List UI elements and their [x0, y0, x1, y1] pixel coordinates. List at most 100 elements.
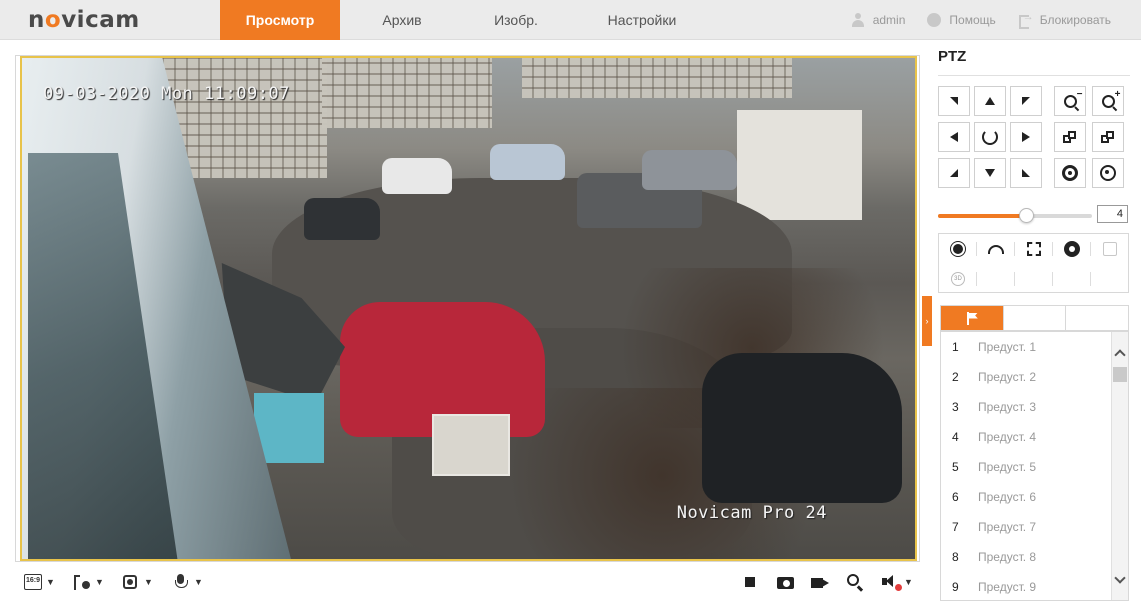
- microphone-icon: [172, 574, 190, 590]
- tab-live-view[interactable]: Просмотр: [220, 0, 340, 40]
- tab-settings[interactable]: Настройки: [568, 0, 716, 40]
- empty-function-slot: [1015, 264, 1053, 294]
- stop-button[interactable]: [745, 572, 755, 592]
- empty-function-slot: [977, 264, 1015, 294]
- scrollbar-thumb[interactable]: [1113, 367, 1127, 382]
- 3d-positioning-icon: 3D: [951, 272, 965, 286]
- iris-open-icon: [1062, 165, 1078, 181]
- chevron-down-icon: ▼: [194, 577, 203, 587]
- menu-button[interactable]: [1015, 234, 1053, 264]
- preset-label: Предуст. 1: [978, 340, 1037, 354]
- brand-logo: novicam: [28, 7, 140, 33]
- tab-archive[interactable]: Архив: [340, 0, 464, 40]
- ptz-functions: 3D: [938, 233, 1129, 293]
- focus-near-icon: [1063, 131, 1077, 143]
- iris-close-icon: [1100, 165, 1116, 181]
- focus-near-button[interactable]: [1054, 122, 1086, 152]
- car: [382, 158, 452, 194]
- live-video[interactable]: 09-03-2020 Mon 11:09:07 Novicam Pro 24: [20, 56, 917, 561]
- light-button[interactable]: [939, 234, 977, 264]
- zoom-out-button[interactable]: −: [1054, 86, 1086, 116]
- volume-button[interactable]: ▼: [882, 572, 913, 592]
- background-building: [322, 58, 492, 128]
- chevron-down-icon: ▼: [46, 577, 55, 587]
- ptz-left-button[interactable]: [938, 122, 970, 152]
- preset-item[interactable]: 4 Предуст. 4: [941, 422, 1128, 452]
- tab-pattern[interactable]: [1066, 306, 1128, 330]
- capture-mode-button[interactable]: ▼: [122, 572, 153, 592]
- slider-handle[interactable]: [1019, 208, 1034, 223]
- iris-close-button[interactable]: [1092, 158, 1124, 188]
- wiper-button[interactable]: [977, 234, 1015, 264]
- ptz-auto-button[interactable]: [974, 122, 1006, 152]
- flower-bed: [432, 414, 510, 476]
- preset-number: 5: [952, 460, 959, 474]
- ptz-down-right-button[interactable]: [1010, 158, 1042, 188]
- focus-far-button[interactable]: [1092, 122, 1124, 152]
- aspect-ratio-icon: 16:9: [24, 574, 42, 590]
- ptz-up-left-button[interactable]: [938, 86, 970, 116]
- tab-presets[interactable]: [941, 306, 1004, 330]
- preset-label: Предуст. 2: [978, 370, 1037, 384]
- zoom-out-icon: −: [1063, 89, 1083, 108]
- osd-camera-name: Novicam Pro 24: [676, 503, 827, 523]
- record-button[interactable]: [811, 572, 829, 592]
- ptz-up-button[interactable]: [974, 86, 1006, 116]
- user-menu[interactable]: admin: [851, 13, 906, 27]
- username-label: admin: [872, 13, 906, 27]
- auto-scan-icon: [982, 129, 998, 145]
- garage-structure: [737, 110, 862, 220]
- arrow-right-icon: [1022, 132, 1030, 142]
- lock-link[interactable]: Блокировать: [1018, 11, 1111, 29]
- empty-function-slot: [1091, 264, 1129, 294]
- scroll-down-button[interactable]: [1112, 571, 1128, 588]
- microphone-button[interactable]: ▼: [172, 572, 203, 592]
- digital-zoom-button[interactable]: [847, 572, 865, 592]
- preset-item[interactable]: 1 Предуст. 1: [941, 332, 1128, 362]
- home-position-button[interactable]: [1053, 234, 1091, 264]
- iris-open-button[interactable]: [1054, 158, 1086, 188]
- preset-number: 3: [952, 400, 959, 414]
- preset-item[interactable]: 5 Предуст. 5: [941, 452, 1128, 482]
- help-link[interactable]: Помощь: [927, 13, 996, 27]
- preset-list: 1 Предуст. 1 2 Предуст. 2 3 Предуст. 3 4 Пре…: [940, 331, 1129, 601]
- aspect-ratio-button[interactable]: 16:9 ▼: [24, 572, 55, 592]
- ptz-up-right-button[interactable]: [1010, 86, 1042, 116]
- stream-select-button[interactable]: ▼: [73, 572, 104, 592]
- entrance-wall: [254, 393, 324, 463]
- zoom-in-button[interactable]: +: [1092, 86, 1124, 116]
- preset-item[interactable]: 9 Предуст. 9: [941, 572, 1128, 600]
- ptz-down-button[interactable]: [974, 158, 1006, 188]
- car: [642, 150, 737, 190]
- stream-select-icon: [73, 574, 91, 590]
- panel-collapse-toggle[interactable]: ›: [922, 296, 932, 346]
- snapshot-button[interactable]: [777, 572, 795, 592]
- manual-track-button[interactable]: [1091, 234, 1129, 264]
- top-navigation-bar: novicam Просмотр Архив Изобр. Настройки …: [0, 0, 1141, 40]
- zoom-in-icon: [847, 574, 865, 590]
- tab-image[interactable]: Изобр.: [464, 0, 568, 40]
- arrow-up-icon: [985, 97, 995, 105]
- preset-item[interactable]: 8 Предуст. 8: [941, 542, 1128, 572]
- preset-item[interactable]: 6 Предуст. 6: [941, 482, 1128, 512]
- home-position-icon: [1064, 241, 1080, 257]
- dark-car: [702, 353, 902, 503]
- user-icon: [851, 13, 865, 27]
- arrow-up-right-icon: [1022, 97, 1030, 105]
- tab-patrol[interactable]: [1004, 306, 1067, 330]
- preset-item[interactable]: 7 Предуст. 7: [941, 512, 1128, 542]
- ptz-speed-slider[interactable]: [938, 208, 1092, 223]
- preset-item[interactable]: 2 Предуст. 2: [941, 362, 1128, 392]
- divider: [938, 75, 1130, 76]
- video-toolbar: 16:9 ▼ ▼ ▼ ▼ ▼: [15, 564, 920, 600]
- preset-item[interactable]: 3 Предуст. 3: [941, 392, 1128, 422]
- ptz-speed-value[interactable]: 4: [1097, 205, 1128, 223]
- scroll-up-button[interactable]: [1112, 344, 1128, 361]
- preset-scrollbar[interactable]: [1111, 332, 1128, 600]
- main-nav: Просмотр Архив Изобр. Настройки: [220, 0, 716, 40]
- ptz-right-button[interactable]: [1010, 122, 1042, 152]
- stop-icon: [745, 577, 755, 587]
- ptz-down-left-button[interactable]: [938, 158, 970, 188]
- 3d-positioning-button[interactable]: 3D: [939, 264, 977, 294]
- preset-label: Предуст. 8: [978, 550, 1037, 564]
